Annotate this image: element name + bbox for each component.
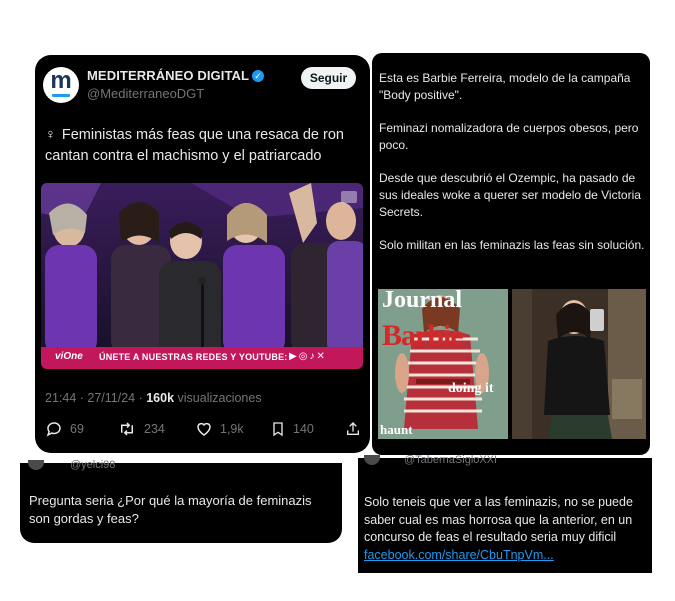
tweet-video[interactable]: viOne ÚNETE A NUESTRAS REDES Y YOUTUBE: … (41, 183, 363, 369)
cover-masthead: Journal (382, 289, 463, 313)
like-icon (197, 422, 211, 436)
bookmark-count: 140 (293, 422, 314, 436)
share-icon (347, 422, 359, 435)
selfie-art (512, 289, 646, 439)
bookmark-icon (273, 422, 283, 437)
bookmark-button[interactable]: 140 (270, 419, 314, 439)
reply-text-body: Solo teneis que ver a las feminazis, no … (364, 495, 633, 544)
tweet-meta: 21:44 · 27/11/24 · 160k visualizaciones (45, 391, 262, 405)
banner-text: ÚNETE A NUESTRAS REDES Y YOUTUBE: (99, 352, 288, 362)
repost-count: 234 (144, 422, 165, 436)
reply-avatar[interactable] (28, 460, 44, 470)
share-button[interactable] (345, 419, 361, 439)
x-icon: ✕ (316, 351, 327, 362)
repost-icon (121, 422, 133, 436)
social-icons: ▶◎♪✕ (289, 351, 327, 362)
reply-icon (46, 422, 61, 437)
like-count: 1,9k (220, 422, 244, 436)
banner-logo: viOne (55, 351, 83, 362)
tweet-text-body: Feministas más feas que una resaca de ro… (45, 127, 344, 164)
side-post-paragraph: Esta es Barbie Ferreira, modelo de la ca… (379, 71, 631, 102)
avatar-logo-bar (52, 94, 70, 97)
verified-badge-icon: ✓ (252, 70, 265, 82)
views-count: 160k (146, 391, 175, 405)
repost-button[interactable]: 234 (117, 419, 165, 439)
reply-handle[interactable]: @TabernaSigloXXI (404, 454, 497, 466)
author-name[interactable]: MEDITERRÁNEO DIGITAL ✓ (87, 68, 265, 83)
follow-button[interactable]: Seguir (301, 67, 356, 89)
reply-count: 69 (70, 422, 84, 436)
cover-headline: doing it (448, 381, 494, 396)
cover-subheadline: haunt (380, 422, 413, 437)
reply-button[interactable]: 69 (45, 419, 84, 439)
like-button[interactable]: 1,9k (195, 419, 244, 439)
reply-card[interactable]: @TabernaSigloXXI Solo teneis que ver a l… (358, 454, 652, 573)
reply-text: Solo teneis que ver a las feminazis, no … (364, 494, 650, 564)
author-avatar[interactable]: m (43, 67, 79, 103)
avatar-letter: m (50, 67, 72, 94)
magazine-cover-image[interactable]: Journal Barbie doing it haunt (378, 289, 508, 439)
tweet-actions: 69 234 1,9k 140 (45, 419, 365, 439)
author-name-text: MEDITERRÁNEO DIGITAL (87, 68, 250, 83)
tweet-timestamp[interactable]: 21:44 · 27/11/24 · (45, 391, 146, 405)
female-symbol-icon: ♀ (45, 127, 56, 143)
youtube-icon: ▶ (289, 351, 299, 362)
reply-text: Pregunta seria ¿Por qué la mayoría de fe… (29, 493, 312, 526)
video-frame (41, 183, 363, 369)
side-post-paragraph: Solo militan en las feminazis las feas s… (379, 238, 645, 252)
side-post-paragraph: Desde que descubrió el Ozempic, ha pasad… (379, 171, 641, 219)
side-post-card[interactable]: Esta es Barbie Ferreira, modelo de la ca… (372, 53, 650, 455)
tweet-card[interactable]: m MEDITERRÁNEO DIGITAL ✓ @MediterraneoDGT… (35, 55, 370, 453)
cover-title: Barbie (382, 319, 464, 352)
reply-handle[interactable]: @yelci98 (70, 459, 115, 471)
selfie-image[interactable] (512, 289, 646, 439)
views-label: visualizaciones (174, 391, 262, 405)
reply-link[interactable]: facebook.com/share/CbuTnpVm... (364, 548, 554, 562)
video-banner: viOne ÚNETE A NUESTRAS REDES Y YOUTUBE: … (41, 347, 363, 369)
instagram-icon: ◎ (298, 351, 310, 362)
author-handle[interactable]: @MediterraneoDGT (87, 86, 204, 101)
reply-avatar[interactable] (364, 455, 380, 465)
side-post-text: Esta es Barbie Ferreira, modelo de la ca… (379, 70, 645, 270)
reply-card[interactable]: @yelci98 Pregunta seria ¿Por qué la mayo… (20, 459, 342, 543)
side-post-paragraph: Feminazi nomalizadora de cuerpos obesos,… (379, 121, 639, 152)
tweet-text: ♀ Feministas más feas que una resaca de r… (45, 125, 363, 167)
